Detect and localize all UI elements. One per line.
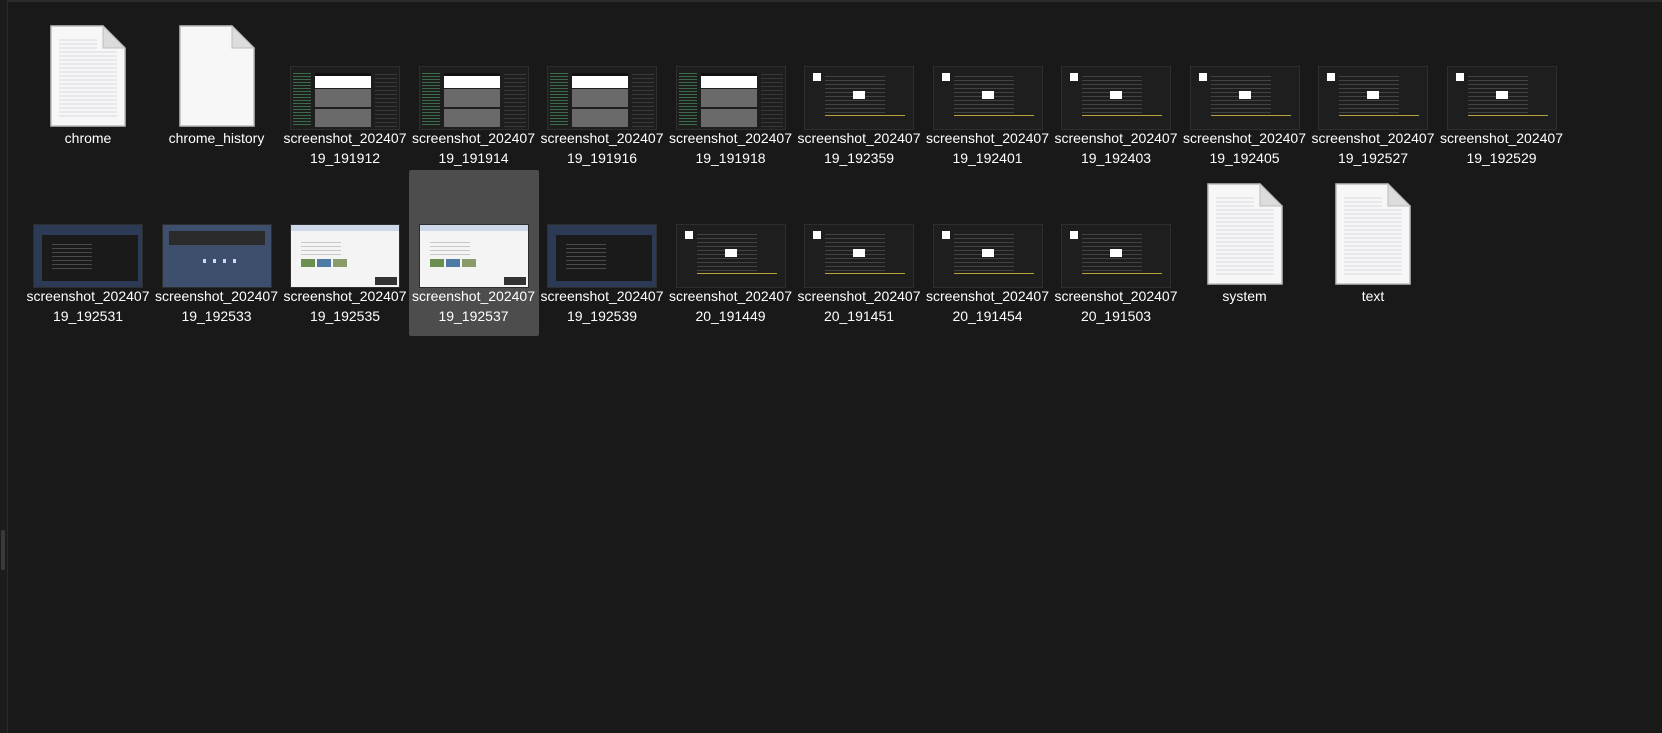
- file-thumbnail: [537, 170, 667, 288]
- file-thumbnail: [1180, 170, 1310, 285]
- screenshot-thumbnail-image: [1061, 224, 1171, 288]
- file-thumbnail: [1308, 170, 1438, 285]
- file-thumbnail: [1051, 12, 1181, 130]
- file-explorer-window: chrome chrome_history screenshot_2024071…: [0, 0, 1662, 733]
- image-file-item[interactable]: screenshot_20240719_191916: [537, 12, 667, 178]
- file-thumbnail: [1180, 12, 1310, 130]
- screenshot-thumbnail-image: [1061, 66, 1171, 130]
- file-thumbnail: [280, 12, 410, 130]
- image-file-item[interactable]: screenshot_20240720_191454: [923, 170, 1053, 336]
- image-file-item[interactable]: screenshot_20240719_192531: [23, 170, 153, 336]
- screenshot-thumbnail-image: [932, 66, 1043, 130]
- image-file-item[interactable]: screenshot_20240720_191451: [794, 170, 924, 336]
- image-file-item[interactable]: screenshot_20240719_192401: [923, 12, 1053, 178]
- file-thumbnail: [537, 12, 667, 130]
- file-thumbnail: [23, 12, 153, 127]
- image-file-item[interactable]: screenshot_20240720_191503: [1051, 170, 1181, 336]
- screenshot-thumbnail-image: [418, 224, 529, 288]
- file-name-label: screenshot_20240719_192537: [412, 288, 535, 324]
- document-file-item[interactable]: text: [1308, 170, 1438, 336]
- file-thumbnail: [923, 12, 1053, 130]
- screenshot-thumbnail-image: [290, 224, 400, 288]
- screenshot-thumbnail-image: [290, 66, 400, 130]
- file-name-label: screenshot_20240719_192403: [1054, 130, 1178, 166]
- screenshot-thumbnail-image: [547, 224, 657, 288]
- file-name-label: chrome_history: [168, 130, 265, 146]
- screenshot-thumbnail-image: [1446, 66, 1557, 130]
- file-thumbnail: [23, 170, 153, 288]
- document-file-item[interactable]: chrome_history: [152, 12, 282, 178]
- file-thumbnail: [152, 12, 282, 127]
- file-name-label: screenshot_20240719_192535: [283, 288, 407, 324]
- file-name-label: screenshot_20240719_191916: [540, 130, 664, 166]
- file-thumbnail: [666, 170, 796, 288]
- document-file-item[interactable]: system: [1180, 170, 1310, 336]
- file-name-label: screenshot_20240719_192539: [540, 288, 664, 324]
- file-name-label: screenshot_20240719_192529: [1440, 130, 1563, 166]
- file-thumbnail: [1437, 12, 1567, 130]
- file-name-label: screenshot_20240719_192533: [155, 288, 278, 324]
- file-name-label: screenshot_20240719_192405: [1183, 130, 1306, 166]
- screenshot-thumbnail-image: [418, 66, 529, 130]
- image-file-item[interactable]: screenshot_20240719_192539: [537, 170, 667, 336]
- file-name-label: screenshot_20240720_191454: [926, 288, 1049, 324]
- file-name-label: screenshot_20240719_192531: [26, 288, 150, 324]
- image-file-item[interactable]: screenshot_20240719_192527: [1308, 12, 1438, 178]
- image-file-item[interactable]: screenshot_20240719_192535: [280, 170, 410, 336]
- file-name-label: system: [1222, 288, 1267, 304]
- file-name-label: screenshot_20240719_191912: [283, 130, 407, 166]
- document-file-item[interactable]: chrome: [23, 12, 153, 178]
- screenshot-thumbnail-image: [1318, 66, 1428, 130]
- file-name-label: screenshot_20240720_191449: [669, 288, 792, 324]
- screenshot-thumbnail-image: [1189, 66, 1300, 130]
- screenshot-thumbnail-image: [675, 224, 786, 288]
- file-name-label: screenshot_20240719_192401: [926, 130, 1049, 166]
- screenshot-thumbnail-image: [675, 66, 786, 130]
- file-thumbnail: [794, 12, 924, 130]
- image-file-item[interactable]: screenshot_20240719_192359: [794, 12, 924, 178]
- screenshot-thumbnail-image: [547, 66, 657, 130]
- lined-document-icon: [1335, 182, 1412, 285]
- file-name-label: text: [1361, 288, 1385, 304]
- file-thumbnail: [923, 170, 1053, 288]
- file-name-label: screenshot_20240719_191918: [669, 130, 792, 166]
- image-file-item[interactable]: screenshot_20240720_191449: [666, 170, 796, 336]
- blank-document-icon: [178, 24, 255, 127]
- file-name-label: screenshot_20240720_191503: [1054, 288, 1178, 324]
- file-thumbnail: [666, 12, 796, 130]
- file-name-label: screenshot_20240719_192527: [1311, 130, 1435, 166]
- screenshot-thumbnail-image: [33, 224, 143, 288]
- image-file-item[interactable]: screenshot_20240719_192537: [408, 170, 539, 336]
- lined-document-icon: [50, 24, 127, 127]
- file-grid: chrome chrome_history screenshot_2024071…: [0, 0, 1662, 733]
- screenshot-thumbnail-image: [804, 224, 914, 288]
- image-file-item[interactable]: screenshot_20240719_192533: [152, 170, 282, 336]
- lined-document-icon: [1206, 182, 1283, 285]
- image-file-item[interactable]: screenshot_20240719_191914: [409, 12, 539, 178]
- screenshot-thumbnail-image: [932, 224, 1043, 288]
- image-file-item[interactable]: screenshot_20240719_192403: [1051, 12, 1181, 178]
- file-thumbnail: [409, 12, 539, 130]
- screenshot-thumbnail-image: [804, 66, 914, 130]
- file-thumbnail: [1051, 170, 1181, 288]
- file-name-label: screenshot_20240720_191451: [797, 288, 921, 324]
- image-file-item[interactable]: screenshot_20240719_191918: [666, 12, 796, 178]
- file-name-label: screenshot_20240719_191914: [412, 130, 535, 166]
- file-name-label: screenshot_20240719_192359: [797, 130, 921, 166]
- file-name-label: chrome: [64, 130, 112, 146]
- file-thumbnail: [280, 170, 410, 288]
- file-thumbnail: [152, 170, 282, 288]
- image-file-item[interactable]: screenshot_20240719_191912: [280, 12, 410, 178]
- file-thumbnail: [1308, 12, 1438, 130]
- file-thumbnail: [794, 170, 924, 288]
- file-thumbnail: [409, 170, 539, 288]
- image-file-item[interactable]: screenshot_20240719_192529: [1437, 12, 1567, 178]
- screenshot-thumbnail-image: [161, 224, 272, 288]
- image-file-item[interactable]: screenshot_20240719_192405: [1180, 12, 1310, 178]
